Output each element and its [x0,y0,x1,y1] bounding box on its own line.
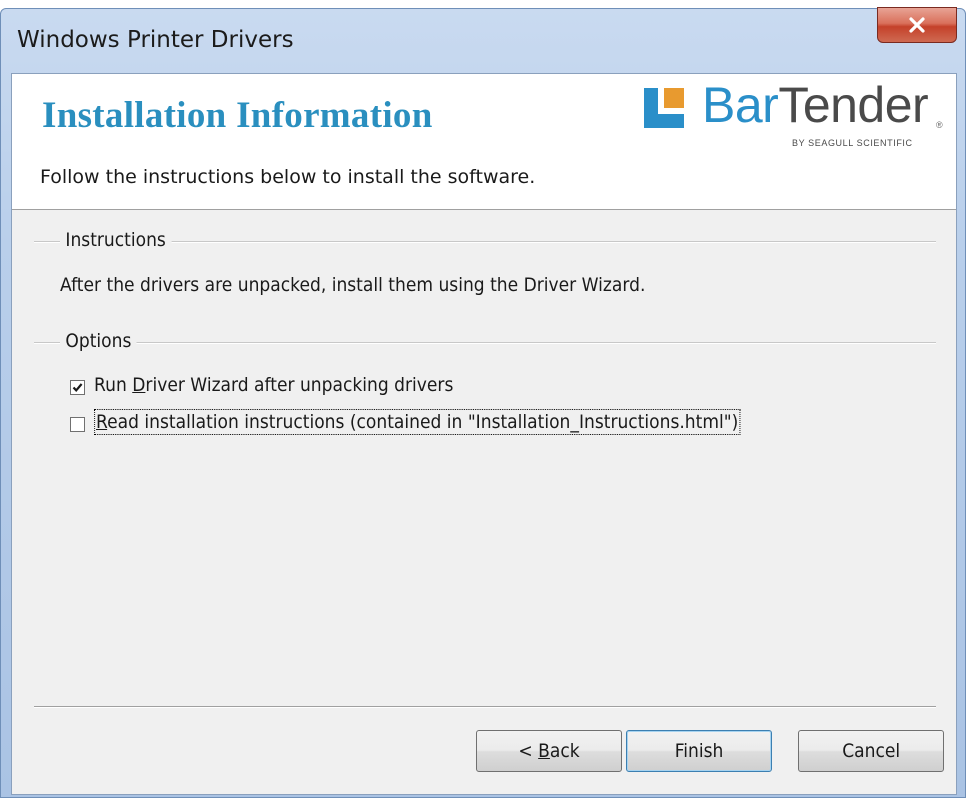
finish-button[interactable]: Finish [626,730,772,772]
bartender-logo-mark-icon [644,88,684,128]
run-driver-wizard-label[interactable]: Run Driver Wizard after unpacking driver… [94,374,453,396]
back-button-label-prefix: < [518,740,539,762]
close-icon [909,17,925,33]
logo-wordmark: BarTender [702,76,929,134]
cancel-button-label: Cancel [842,740,900,762]
installer-window: Windows Printer Drivers Installation Inf… [0,7,966,798]
finish-button-label: Finish [674,740,724,762]
read-instructions-mnemonic: R [96,411,108,433]
cancel-button[interactable]: Cancel [798,730,944,772]
back-button-label-suffix: ack [549,740,580,762]
logo-byline: BY SEAGULL SCIENTIFIC [792,138,913,148]
checkmark-icon [72,383,83,393]
instructions-group-label: Instructions [60,229,172,251]
run-driver-wizard-mnemonic: D [132,374,146,396]
page-subtitle: Follow the instructions below to install… [40,166,536,188]
options-group-line [34,342,936,344]
logo-wordmark-tender: Tender [778,77,929,133]
read-instructions-label[interactable]: Read installation instructions (containe… [94,409,741,435]
read-instructions-label-suffix: ead installation instructions (contained… [107,411,739,433]
footer-separator [34,706,936,708]
options-group-label: Options [60,330,137,352]
run-driver-wizard-checkbox[interactable] [70,380,85,395]
read-instructions-checkbox[interactable] [70,417,85,432]
page-title: Installation Information [42,95,433,136]
registered-mark: ® [936,120,943,130]
back-button-mnemonic: B [538,740,550,762]
close-button[interactable] [877,7,957,43]
back-button-label: < Back [518,740,579,762]
bartender-logo: BarTender ® BY SEAGULL SCIENTIFIC [644,76,954,158]
logo-wordmark-bar: Bar [702,77,779,133]
run-driver-wizard-label-prefix: Run [94,374,133,396]
wizard-page: Installation Information Follow the inst… [11,73,957,795]
run-driver-wizard-label-suffix: river Wizard after unpacking drivers [145,374,454,396]
window-title: Windows Printer Drivers [17,27,294,53]
header-panel: Installation Information Follow the inst… [12,74,956,210]
back-button[interactable]: < Back [476,730,622,772]
title-bar[interactable]: Windows Printer Drivers [1,7,965,73]
instructions-text: After the drivers are unpacked, install … [60,274,646,296]
